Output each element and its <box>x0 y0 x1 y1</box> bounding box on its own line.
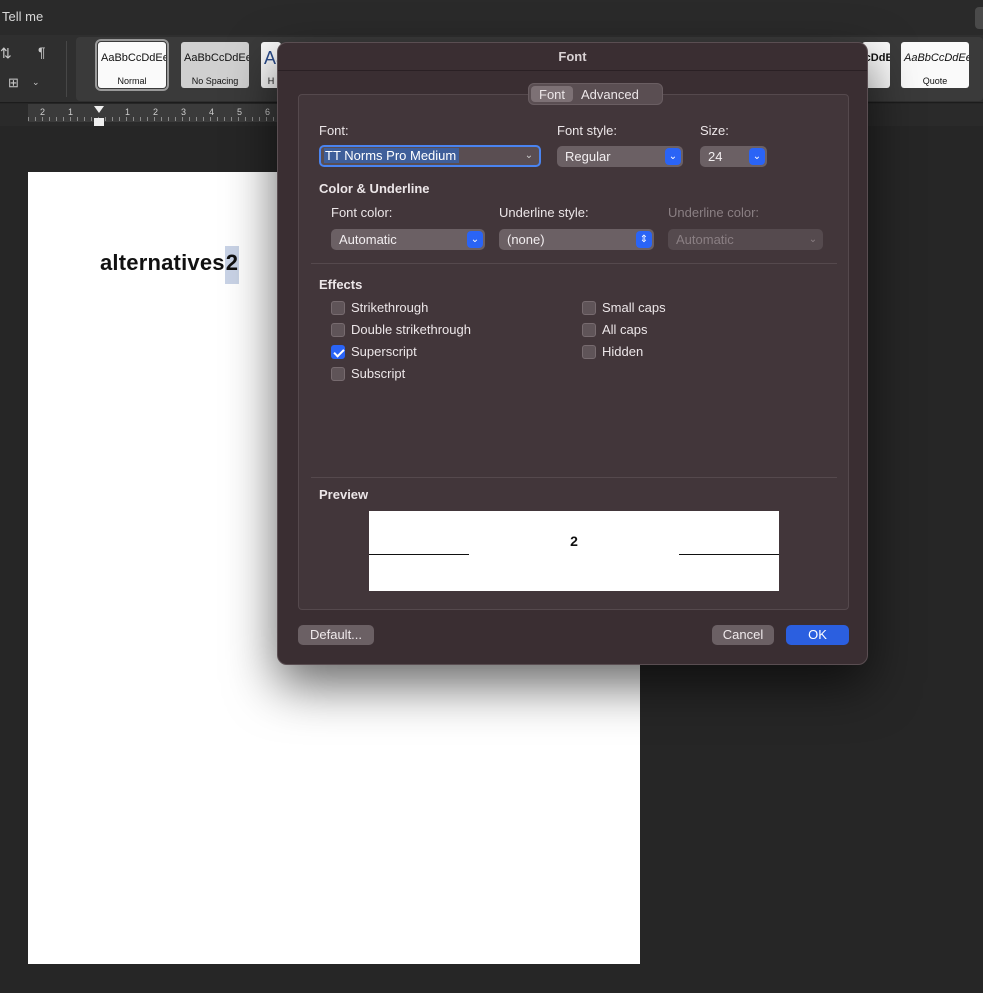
underline-color-value: Automatic <box>676 232 734 247</box>
updown-chevron-icon: ⇕ <box>636 231 652 248</box>
checkbox-box[interactable] <box>331 300 345 315</box>
sort-icon[interactable]: ⇅ <box>0 45 12 62</box>
size-value: 24 <box>708 149 723 164</box>
checkbox-box[interactable] <box>331 322 345 337</box>
size-label: Size: <box>700 123 729 138</box>
style-normal[interactable]: AaBbCcDdEe Normal <box>95 39 169 91</box>
underline-style-label: Underline style: <box>499 205 589 220</box>
ruler-number: 2 <box>153 107 159 117</box>
font-style-label: Font style: <box>557 123 617 138</box>
small-caps-checkbox[interactable]: Small caps <box>582 300 666 315</box>
style-sample: AaBbCcDdEe <box>904 52 969 64</box>
style-name: Quote <box>922 76 948 86</box>
section-divider <box>311 263 837 264</box>
checkbox-box[interactable] <box>582 322 596 337</box>
chevron-down-icon[interactable]: ⌄ <box>522 148 536 164</box>
font-style-value: Regular <box>565 149 611 164</box>
ruler-number: 1 <box>68 107 74 117</box>
document-word: alternatives <box>100 250 225 275</box>
ruler-number: 3 <box>181 107 187 117</box>
checkbox-label: Subscript <box>351 366 406 381</box>
checkbox-box[interactable] <box>582 344 596 359</box>
checkbox-label: Hidden <box>602 344 644 359</box>
strikethrough-checkbox[interactable]: Strikethrough <box>331 300 428 315</box>
preview-box: 2 <box>369 511 779 591</box>
chevron-down-icon: ⌄ <box>467 231 483 248</box>
superscript-checkbox[interactable]: Superscript <box>331 344 417 359</box>
style-name: Normal <box>117 76 147 86</box>
font-style-popup[interactable]: Regular ⌄ <box>557 146 683 167</box>
first-line-indent-marker[interactable] <box>94 106 104 113</box>
color-underline-heading: Color & Underline <box>319 181 430 196</box>
font-label: Font: <box>319 123 349 138</box>
underline-style-popup[interactable]: (none) ⇕ <box>499 229 654 250</box>
document-text: alternatives2 <box>100 246 240 284</box>
font-value: TT Norms Pro Medium <box>324 148 460 163</box>
tab-advanced[interactable]: Advanced <box>573 86 647 102</box>
font-color-value: Automatic <box>339 232 397 247</box>
preview-heading: Preview <box>319 487 369 502</box>
checkbox-label: All caps <box>602 322 648 337</box>
chevron-down-icon[interactable]: ⌄ <box>32 77 40 88</box>
preview-text: 2 <box>570 533 578 549</box>
ruler-number: 2 <box>40 107 46 117</box>
underline-style-value: (none) <box>507 232 545 247</box>
cancel-button[interactable]: Cancel <box>712 625 774 645</box>
checkbox-label: Small caps <box>602 300 666 315</box>
preview-baseline-left <box>369 554 469 555</box>
checkbox-box[interactable] <box>331 366 345 381</box>
underline-color-popup: Automatic ⌄ <box>668 229 823 250</box>
font-combobox[interactable]: TT Norms Pro Medium ⌄ <box>319 145 541 167</box>
size-popup[interactable]: 24 ⌄ <box>700 146 767 167</box>
ruler-number: 5 <box>237 107 243 117</box>
all-caps-checkbox[interactable]: All caps <box>582 322 648 337</box>
font-tab-panel: Font Advanced Font: TT Norms Pro Medium … <box>298 83 849 610</box>
font-color-popup[interactable]: Automatic ⌄ <box>331 229 485 250</box>
ribbon-divider <box>66 41 67 97</box>
checkmark-icon[interactable] <box>331 344 345 359</box>
dialog-title: Font <box>278 43 867 71</box>
subscript-checkbox[interactable]: Subscript <box>331 366 405 381</box>
double-strikethrough-checkbox[interactable]: Double strikethrough <box>331 322 471 337</box>
tab-control: Font Advanced <box>528 83 663 105</box>
underline-color-label: Underline color: <box>668 205 760 220</box>
chevron-down-icon: ⌄ <box>749 148 765 165</box>
selected-text: 2 <box>224 246 240 284</box>
style-sample: AaBbCcDdEe <box>184 52 249 64</box>
section-divider <box>311 477 837 478</box>
ruler-number: 6 <box>265 107 271 117</box>
checkbox-label: Strikethrough <box>351 300 429 315</box>
ok-button[interactable]: OK <box>786 625 849 645</box>
default-button[interactable]: Default... <box>298 625 374 645</box>
style-no-spacing[interactable]: AaBbCcDdEe No Spacing <box>181 42 249 88</box>
pilcrow-icon[interactable]: ¶ <box>38 44 46 60</box>
style-quote[interactable]: AaBbCcDdEe Quote <box>901 42 969 88</box>
borders-icon[interactable]: ⊞ <box>8 75 19 91</box>
tell-me-search[interactable]: Tell me <box>2 9 43 24</box>
left-indent-marker[interactable] <box>94 118 104 126</box>
ruler-number: 4 <box>209 107 215 117</box>
checkbox-label: Superscript <box>351 344 417 359</box>
preview-baseline-right <box>679 554 779 555</box>
tab-font[interactable]: Font <box>531 86 574 102</box>
style-name: No Spacing <box>191 76 239 86</box>
chevron-down-icon: ⌄ <box>665 148 681 165</box>
ruler-number: 1 <box>125 107 131 117</box>
chevron-down-icon: ⌄ <box>808 234 818 245</box>
hidden-checkbox[interactable]: Hidden <box>582 344 643 359</box>
checkbox-label: Double strikethrough <box>351 322 471 337</box>
font-dialog: Font Font Advanced Font: TT Norms Pro Me… <box>277 42 868 665</box>
share-button[interactable] <box>975 7 983 29</box>
style-sample: AaBbCcDdEe <box>101 52 166 64</box>
title-bar: Tell me <box>0 0 983 35</box>
checkbox-box[interactable] <box>582 300 596 315</box>
effects-heading: Effects <box>319 277 363 292</box>
font-color-label: Font color: <box>331 205 393 220</box>
